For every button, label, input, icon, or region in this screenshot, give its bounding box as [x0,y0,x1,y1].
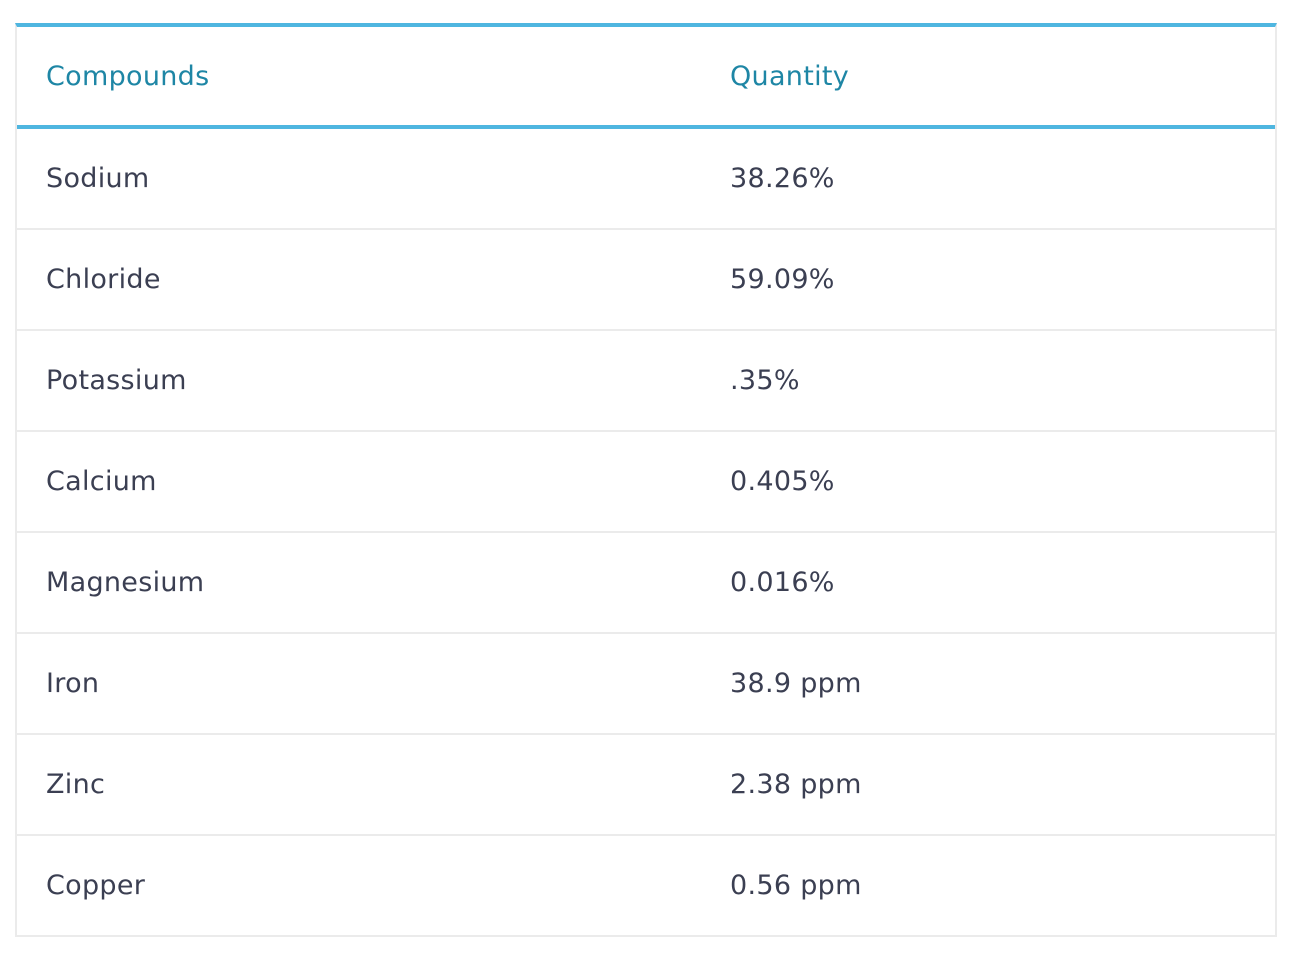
table-row: Chloride 59.09% [17,229,1275,331]
compound-cell: Magnesium [17,532,701,634]
compound-cell: Iron [17,633,701,735]
table-body: Sodium 38.26% Chloride 59.09% Potassium … [17,127,1275,935]
table-row: Potassium .35% [17,330,1275,432]
table-row: Calcium 0.405% [17,431,1275,533]
compound-cell: Zinc [17,734,701,836]
table-row: Iron 38.9 ppm [17,633,1275,735]
quantity-cell: 0.016% [701,532,1275,634]
compound-cell: Sodium [17,127,701,230]
compound-cell: Calcium [17,431,701,533]
table-row: Copper 0.56 ppm [17,835,1275,935]
quantity-cell: .35% [701,330,1275,432]
compounds-table: Compounds Quantity Sodium 38.26% Chlorid… [17,27,1275,935]
table-header: Compounds Quantity [17,27,1275,129]
compound-cell: Copper [46,870,146,901]
compounds-table-container: Compounds Quantity Sodium 38.26% Chlorid… [15,23,1277,937]
quantity-cell: 59.09% [701,229,1275,331]
quantity-cell: 38.9 ppm [701,633,1275,735]
compound-cell: Potassium [17,330,701,432]
quantity-cell: 38.26% [701,127,1275,230]
quantity-cell: 0.405% [701,431,1275,533]
table-row: Zinc 2.38 ppm [17,734,1275,836]
quantity-cell: 2.38 ppm [701,734,1275,836]
header-row: Compounds Quantity [17,27,1275,129]
header-quantity: Quantity [701,27,1275,129]
quantity-cell: 0.56 ppm [730,870,862,901]
table-row: Sodium 38.26% [17,127,1275,230]
table-row: Magnesium 0.016% [17,532,1275,634]
compound-cell: Chloride [17,229,701,331]
header-compounds: Compounds [17,27,701,129]
